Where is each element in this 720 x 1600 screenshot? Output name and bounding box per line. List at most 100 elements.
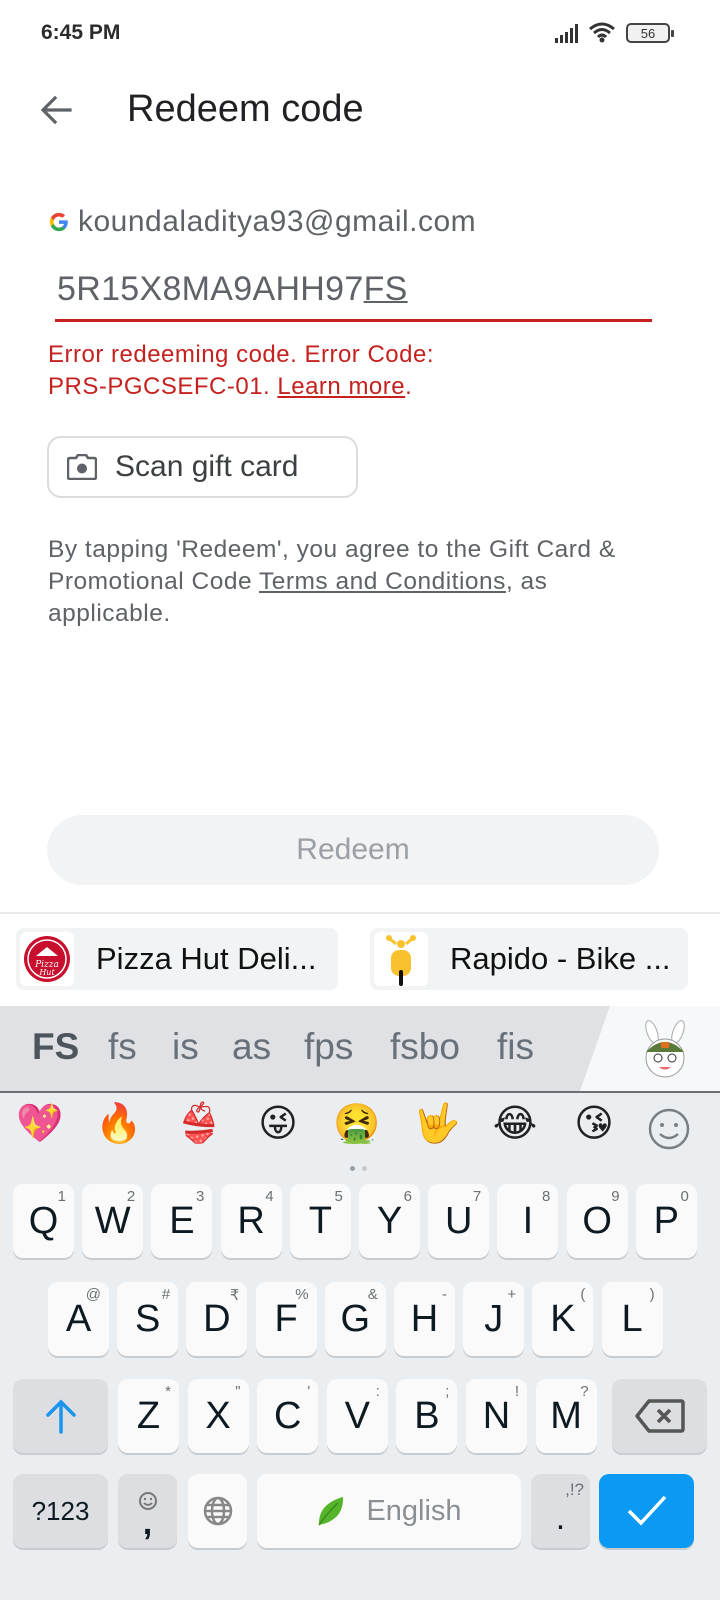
emoji-panel-smiley-icon[interactable] <box>642 1105 696 1153</box>
key-hint: ( <box>580 1286 586 1303</box>
shift-key[interactable] <box>13 1379 108 1453</box>
key-label: C <box>273 1394 302 1437</box>
app-suggestion-pizza-hut[interactable]: Pizza Hut Pizza Hut Deli... <box>16 928 338 990</box>
learn-more-link[interactable]: Learn more <box>277 373 405 400</box>
key-hint: 8 <box>542 1188 551 1205</box>
status-time: 6:45 PM <box>41 21 121 44</box>
key-hint: ! <box>514 1383 519 1400</box>
period-key[interactable]: ,!? . <box>531 1474 590 1548</box>
key-label: K <box>550 1297 576 1340</box>
key-x[interactable]: " X <box>187 1379 249 1453</box>
key-label: R <box>237 1199 265 1242</box>
key-hint: 9 <box>611 1188 620 1205</box>
app-suggestions-bar: Pizza Hut Pizza Hut Deli... Rapido - Bik… <box>0 914 720 1006</box>
emoji-bikini[interactable]: 👙 <box>172 1101 226 1146</box>
key-n[interactable]: ! N <box>466 1379 527 1453</box>
suggestion-word[interactable]: fps <box>304 1026 353 1068</box>
pizza-hut-logo-icon: Pizza Hut <box>20 932 74 986</box>
code-input[interactable]: 5R15X8MA9AHH97FS <box>55 266 652 322</box>
key-z[interactable]: * Z <box>118 1379 179 1453</box>
space-language-label: English <box>366 1494 462 1527</box>
mi-bunny-mascot-icon[interactable] <box>638 1020 692 1080</box>
key-d[interactable]: ₹ D <box>186 1282 248 1356</box>
key-k[interactable]: (K <box>532 1282 594 1356</box>
key-label: D <box>203 1297 231 1340</box>
key-r[interactable]: 4R <box>220 1184 282 1258</box>
key-h[interactable]: -H <box>394 1282 455 1356</box>
scan-gift-card-button[interactable]: Scan gift card <box>47 436 358 498</box>
emoji-winking-tongue[interactable]: 😜 <box>251 1101 305 1145</box>
key-label: J <box>484 1297 504 1340</box>
terms-text: By tapping 'Redeem', you agree to the Gi… <box>48 534 668 630</box>
emoji-vomiting[interactable]: 🤮 <box>330 1101 384 1146</box>
key-q[interactable]: 1Q <box>13 1184 74 1258</box>
emoji-love-you-gesture[interactable]: 🤟 <box>410 1101 464 1146</box>
key-y[interactable]: 6Y <box>359 1184 420 1258</box>
key-g[interactable]: & G <box>324 1282 386 1356</box>
key-hint: % <box>295 1286 309 1303</box>
backspace-key[interactable] <box>612 1379 707 1453</box>
key-hint: ? <box>580 1383 589 1400</box>
battery-icon: 56 <box>626 23 674 43</box>
terms-link[interactable]: Terms and Conditions <box>259 568 506 595</box>
key-hint: 0 <box>680 1188 689 1205</box>
key-hint: & <box>367 1286 378 1303</box>
error-trail: . <box>405 373 413 400</box>
key-label: U <box>444 1199 473 1242</box>
suggestion-word[interactable]: fis <box>497 1026 534 1068</box>
key-label: M <box>550 1394 582 1437</box>
emoji-sparkling-heart[interactable]: 💖 <box>13 1101 67 1146</box>
status-bar: 6:45 PM 56 <box>0 0 720 70</box>
key-f[interactable]: % F <box>255 1282 317 1356</box>
emoji-fire[interactable]: 🔥 <box>92 1101 146 1146</box>
emoji-tears-of-joy[interactable]: 😂 <box>488 1101 542 1145</box>
key-hint: + <box>507 1286 517 1303</box>
symbols-key[interactable]: ?123 <box>13 1474 108 1548</box>
key-a[interactable]: @ A <box>48 1282 109 1356</box>
period-hint: ,!? <box>565 1480 584 1499</box>
key-o[interactable]: 9O <box>566 1184 628 1258</box>
space-key[interactable]: English <box>257 1474 521 1548</box>
camera-icon <box>67 454 97 480</box>
key-p[interactable]: 0P <box>635 1184 697 1258</box>
app-suggestion-rapido[interactable]: Rapido - Bike ... <box>370 928 688 990</box>
key-c[interactable]: ' C <box>257 1379 319 1453</box>
key-j[interactable]: + J <box>463 1282 525 1356</box>
suggestion-word[interactable]: fs <box>108 1026 137 1068</box>
code-committed-text: 5R15X8MA9AHH97 <box>57 270 364 308</box>
comma-key[interactable]: , <box>118 1474 177 1548</box>
key-v[interactable]: :V <box>326 1379 388 1453</box>
key-i[interactable]: 8I <box>497 1184 559 1258</box>
key-hint: 7 <box>472 1188 482 1205</box>
suggestion-word[interactable]: FS <box>32 1026 79 1068</box>
key-label: F <box>274 1297 298 1340</box>
error-text-line1: Error redeeming code. Error Code: <box>48 341 434 368</box>
app-suggestion-name: Pizza Hut Deli... <box>96 941 317 976</box>
key-hint: " <box>235 1383 241 1400</box>
emoji-kiss[interactable]: 😘 <box>567 1101 621 1145</box>
key-m[interactable]: ? M <box>535 1379 597 1453</box>
key-w[interactable]: 2W <box>82 1184 144 1258</box>
language-globe-key[interactable] <box>188 1474 247 1548</box>
key-e[interactable]: 3E <box>151 1184 213 1258</box>
key-s[interactable]: # S <box>117 1282 179 1356</box>
done-enter-key[interactable] <box>599 1474 694 1548</box>
key-u[interactable]: 7U <box>428 1184 490 1258</box>
key-label: S <box>135 1297 161 1340</box>
key-label: A <box>65 1297 92 1340</box>
suggestion-word[interactable]: is <box>172 1026 199 1068</box>
back-arrow-icon[interactable] <box>36 90 76 130</box>
key-t[interactable]: 5T <box>289 1184 351 1258</box>
suggestion-word[interactable]: as <box>232 1026 271 1068</box>
key-label: H <box>410 1297 439 1340</box>
keyboard-suggestion-bar: FS fs is as fps fsbo fis <box>0 1006 720 1091</box>
status-icons: 56 <box>555 22 674 44</box>
emoji-suggestion-row: 💖 🔥 👙 😜 🤮 🤟 😂 😘 <box>0 1101 720 1161</box>
code-input-value[interactable]: 5R15X8MA9AHH97FS <box>57 270 408 309</box>
redeem-button[interactable]: Redeem <box>47 815 659 885</box>
code-composing-text: FS <box>363 270 408 308</box>
key-b[interactable]: ; B <box>396 1379 458 1453</box>
key-l[interactable]: ) L <box>601 1282 663 1356</box>
key-label: Q <box>28 1199 59 1242</box>
suggestion-word[interactable]: fsbo <box>390 1026 460 1068</box>
